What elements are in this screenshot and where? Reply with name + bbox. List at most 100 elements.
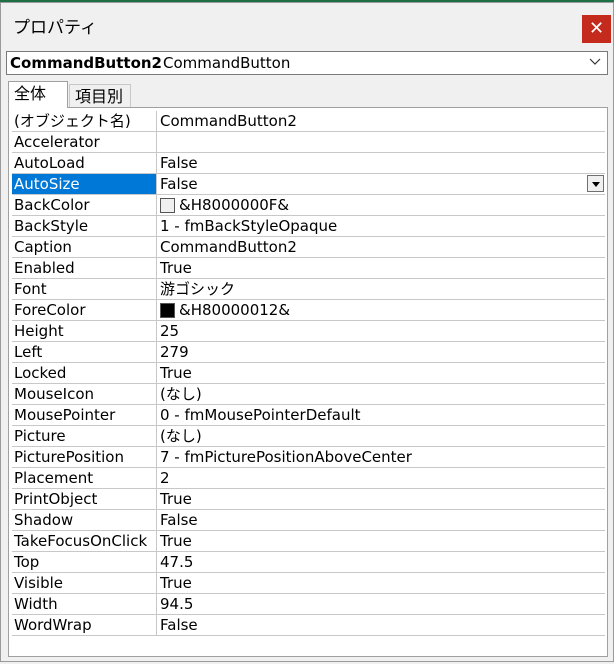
property-row[interactable]: Locked True	[12, 363, 605, 384]
property-row[interactable]: Visible True	[12, 573, 605, 594]
property-value[interactable]: 0 - fmMousePointerDefault	[158, 405, 605, 425]
object-selector-dropdown[interactable]: CommandButton2 CommandButton	[6, 51, 608, 75]
title-bar[interactable]: プロパティ ✕	[1, 3, 613, 47]
property-row[interactable]: Picture (なし)	[12, 426, 605, 447]
property-row[interactable]: ForeColor &H80000012&	[12, 300, 605, 321]
property-value-text: True	[160, 259, 192, 277]
property-value[interactable]: CommandButton2	[158, 237, 605, 257]
property-name[interactable]: Top	[12, 552, 157, 572]
property-value[interactable]: &H80000012&	[158, 300, 605, 320]
property-value[interactable]: True	[158, 531, 605, 551]
property-value[interactable]: 47.5	[158, 552, 605, 572]
property-value-text: 7 - fmPicturePositionAboveCenter	[160, 448, 412, 466]
property-value[interactable]: 2	[158, 468, 605, 488]
property-value-text: 47.5	[160, 553, 194, 571]
property-name[interactable]: Font	[12, 279, 157, 299]
property-row[interactable]: TakeFocusOnClick True	[12, 531, 605, 552]
tab-alphabetic[interactable]: 全体	[8, 81, 68, 108]
property-row[interactable]: AutoLoad False	[12, 153, 605, 174]
property-row[interactable]: PrintObject True	[12, 489, 605, 510]
property-grid: (オブジェクト名) CommandButton2 Accelerator AutoLo…	[8, 107, 608, 657]
chevron-down-icon	[589, 58, 601, 65]
property-row[interactable]: BackColor &H8000000F&	[12, 195, 605, 216]
property-value-text: True	[160, 532, 192, 550]
property-list: (オブジェクト名) CommandButton2 Accelerator AutoLo…	[12, 111, 605, 654]
property-name[interactable]: Accelerator	[12, 132, 157, 152]
property-name[interactable]: MousePointer	[12, 405, 157, 425]
property-value-text: 94.5	[160, 595, 194, 613]
property-value[interactable]: CommandButton2	[158, 111, 605, 131]
property-value-text: False	[160, 616, 198, 634]
property-value-text: True	[160, 364, 192, 382]
property-row[interactable]: BackStyle 1 - fmBackStyleOpaque	[12, 216, 605, 237]
property-row[interactable]: (オブジェクト名) CommandButton2	[12, 111, 605, 132]
property-value[interactable]: 279	[158, 342, 605, 362]
property-value[interactable]: True	[158, 489, 605, 509]
property-name[interactable]: PrintObject	[12, 489, 157, 509]
property-name[interactable]: Caption	[12, 237, 157, 257]
property-value[interactable]: True	[158, 573, 605, 593]
property-row[interactable]: Shadow False	[12, 510, 605, 531]
property-value-text: False	[160, 154, 198, 172]
property-name[interactable]: BackColor	[12, 195, 157, 215]
property-row[interactable]: Accelerator	[12, 132, 605, 153]
property-value[interactable]: &H8000000F&	[158, 195, 605, 215]
property-name[interactable]: MouseIcon	[12, 384, 157, 404]
property-value-text: 279	[160, 343, 189, 361]
property-value-text: 0 - fmMousePointerDefault	[160, 406, 361, 424]
property-row[interactable]: MousePointer 0 - fmMousePointerDefault	[12, 405, 605, 426]
property-row[interactable]: Enabled True	[12, 258, 605, 279]
property-name[interactable]: WordWrap	[12, 615, 157, 635]
tab-categorized[interactable]: 項目別	[69, 84, 131, 108]
object-name: CommandButton2	[10, 54, 162, 72]
property-value[interactable]: False	[158, 510, 605, 530]
property-name[interactable]: Enabled	[12, 258, 157, 278]
property-name[interactable]: Width	[12, 594, 157, 614]
property-value[interactable]	[158, 132, 605, 152]
property-value[interactable]: 游ゴシック	[158, 279, 605, 299]
property-name[interactable]: Locked	[12, 363, 157, 383]
property-name[interactable]: AutoLoad	[12, 153, 157, 173]
property-name[interactable]: Picture	[12, 426, 157, 446]
color-swatch	[160, 303, 175, 318]
property-value-text: 1 - fmBackStyleOpaque	[160, 217, 338, 235]
property-value[interactable]: True	[158, 258, 605, 278]
property-value[interactable]: (なし)	[158, 384, 605, 404]
property-value[interactable]: False	[158, 174, 605, 194]
color-swatch	[160, 198, 175, 213]
property-row[interactable]: MouseIcon (なし)	[12, 384, 605, 405]
property-row[interactable]: Top 47.5	[12, 552, 605, 573]
property-row[interactable]: Width 94.5	[12, 594, 605, 615]
property-name[interactable]: (オブジェクト名)	[12, 111, 157, 131]
property-name[interactable]: Left	[12, 342, 157, 362]
property-value[interactable]: 94.5	[158, 594, 605, 614]
property-row[interactable]: WordWrap False	[12, 615, 605, 636]
property-row[interactable]: Left 279	[12, 342, 605, 363]
close-button[interactable]: ✕	[582, 15, 611, 43]
property-value[interactable]: False	[158, 153, 605, 173]
property-row[interactable]: AutoSize False	[12, 174, 605, 195]
property-value[interactable]: 1 - fmBackStyleOpaque	[158, 216, 605, 236]
property-row[interactable]: Height 25	[12, 321, 605, 342]
property-name[interactable]: Visible	[12, 573, 157, 593]
close-icon: ✕	[588, 18, 605, 39]
property-name[interactable]: Placement	[12, 468, 157, 488]
property-row[interactable]: Caption CommandButton2	[12, 237, 605, 258]
property-row[interactable]: PicturePosition 7 - fmPicturePositionAbov…	[12, 447, 605, 468]
property-name[interactable]: BackStyle	[12, 216, 157, 236]
property-name[interactable]: Shadow	[12, 510, 157, 530]
property-name[interactable]: ForeColor	[12, 300, 157, 320]
property-row[interactable]: Font 游ゴシック	[12, 279, 605, 300]
property-value[interactable]: 7 - fmPicturePositionAboveCenter	[158, 447, 605, 467]
property-row[interactable]: Placement 2	[12, 468, 605, 489]
property-name[interactable]: PicturePosition	[12, 447, 157, 467]
property-value[interactable]: 25	[158, 321, 605, 341]
value-dropdown-button[interactable]	[587, 175, 604, 192]
property-value[interactable]: True	[158, 363, 605, 383]
property-value[interactable]: (なし)	[158, 426, 605, 446]
property-value-text: False	[160, 175, 198, 193]
property-name[interactable]: Height	[12, 321, 157, 341]
property-value[interactable]: False	[158, 615, 605, 635]
property-name[interactable]: AutoSize	[12, 174, 157, 194]
property-name[interactable]: TakeFocusOnClick	[12, 531, 157, 551]
